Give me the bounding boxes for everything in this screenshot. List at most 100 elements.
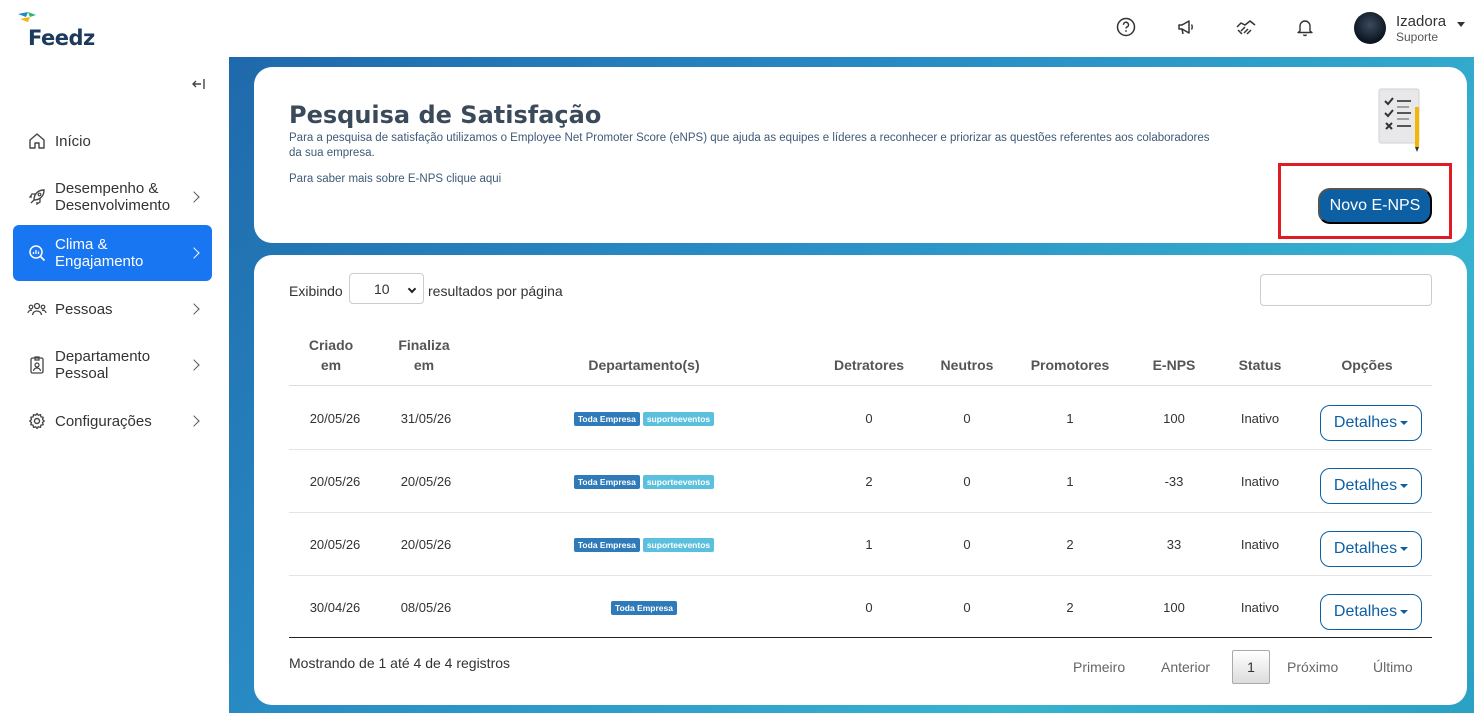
details-label: Detalhes	[1333, 540, 1398, 557]
table-info: Mostrando de 1 até 4 de 4 registros	[289, 655, 511, 671]
chevron-right-icon	[188, 191, 200, 203]
pagination-last[interactable]: Último	[1373, 659, 1413, 675]
department-tag: Toda Empresa	[573, 412, 640, 426]
sidebar-item-clima[interactable]: Clima & Engajamento	[13, 225, 212, 281]
main-content: Pesquisa de Satisfação Para a pesquisa d…	[229, 57, 1474, 713]
department-tag: suporteeventos	[642, 538, 715, 552]
cell-detractors: 2	[865, 474, 873, 489]
cell-created: 20/05/26	[309, 411, 361, 426]
department-tags: Toda Empresa suporteeventos	[554, 475, 734, 489]
search-input[interactable]	[1260, 274, 1432, 306]
cell-enps: 100	[1163, 411, 1185, 426]
chevron-down-icon[interactable]	[1457, 22, 1465, 27]
collapse-left-icon[interactable]	[192, 77, 206, 94]
column-header-ends[interactable]: Finaliza em	[393, 335, 455, 375]
column-header-departments[interactable]: Departamento(s)	[554, 355, 734, 375]
sidebar-item-desempenho[interactable]: Desempenho & Desenvolvimento	[13, 169, 212, 225]
user-name[interactable]: Izadora	[1396, 13, 1446, 30]
cell-neutrals: 0	[963, 411, 971, 426]
survey-table-card: Exibindo 10 resultados por página Criado…	[254, 255, 1467, 705]
badge-icon	[27, 355, 47, 375]
caret-down-icon	[1400, 547, 1409, 551]
bell-icon[interactable]	[1294, 16, 1316, 38]
pagination-first[interactable]: Primeiro	[1073, 659, 1125, 675]
column-header-promoters[interactable]: Promotores	[1024, 355, 1116, 375]
enps-info-link[interactable]: Para saber mais sobre E-NPS clique aqui	[289, 173, 501, 185]
row-divider	[289, 449, 1432, 450]
logo-text: Feedz	[28, 26, 95, 50]
cell-promoters: 1	[1066, 474, 1074, 489]
cell-detractors: 0	[865, 600, 873, 615]
column-header-detractors[interactable]: Detratores	[824, 355, 914, 375]
chevron-right-icon	[188, 247, 200, 259]
details-button[interactable]: Detalhes	[1320, 531, 1422, 567]
page-description: Para a pesquisa de satisfação utilizamos…	[289, 132, 1210, 159]
cell-enps: -33	[1164, 474, 1184, 489]
cell-ends: 20/05/26	[400, 474, 452, 489]
sidebar-item-configuracoes[interactable]: Configurações	[13, 393, 212, 449]
home-icon	[27, 131, 47, 151]
cell-enps: 100	[1163, 600, 1185, 615]
table-header-divider	[289, 385, 1432, 386]
cell-promoters: 1	[1066, 411, 1074, 426]
department-tags: Toda Empresa	[554, 601, 734, 615]
caret-down-icon	[1400, 421, 1409, 425]
cell-status: Inativo	[1240, 537, 1280, 552]
sidebar-item-label: Configurações	[55, 412, 152, 430]
sidebar-item-label: Departamento Pessoal	[55, 348, 151, 382]
pagination-next[interactable]: Próximo	[1287, 659, 1338, 675]
sidebar-item-pessoas[interactable]: Pessoas	[13, 281, 212, 337]
cell-created: 30/04/26	[309, 600, 361, 615]
details-label: Detalhes	[1333, 603, 1398, 620]
sidebar-item-label: Desempenho & Desenvolvimento	[55, 180, 171, 214]
rocket-icon	[27, 187, 47, 207]
cell-ends: 20/05/26	[400, 537, 452, 552]
details-button[interactable]: Detalhes	[1320, 594, 1422, 630]
avatar[interactable]	[1354, 12, 1386, 44]
page-size-select[interactable]: 10	[349, 273, 424, 304]
sidebar: Início Desempenho & Desenvolvimento Clim…	[0, 57, 229, 713]
department-tag: suporteeventos	[642, 475, 715, 489]
pagination-previous[interactable]: Anterior	[1161, 659, 1210, 675]
details-label: Detalhes	[1333, 477, 1398, 494]
pagination-current-page[interactable]: 1	[1232, 650, 1270, 684]
cell-detractors: 0	[865, 411, 873, 426]
chevron-right-icon	[188, 303, 200, 315]
search-chart-icon	[27, 243, 47, 263]
details-button[interactable]: Detalhes	[1320, 405, 1422, 441]
cell-status: Inativo	[1240, 600, 1280, 615]
row-divider	[289, 575, 1432, 576]
cell-enps: 33	[1166, 537, 1182, 552]
column-header-created[interactable]: Criado em	[307, 335, 355, 375]
caret-down-icon	[1400, 610, 1409, 614]
department-tags: Toda Empresa suporteeventos	[554, 538, 734, 552]
department-tag: Toda Empresa	[611, 601, 677, 615]
column-header-status[interactable]: Status	[1229, 355, 1291, 375]
sidebar-item-label: Início	[55, 132, 91, 150]
cell-neutrals: 0	[963, 600, 971, 615]
cell-status: Inativo	[1240, 411, 1280, 426]
new-enps-button[interactable]: Novo E-NPS	[1318, 188, 1432, 224]
top-bar: Feedz Izadora Suporte	[0, 0, 1474, 57]
details-button[interactable]: Detalhes	[1320, 468, 1422, 504]
department-tag: suporteeventos	[642, 412, 715, 426]
page-title: Pesquisa de Satisfação	[289, 101, 602, 129]
checklist-icon	[1378, 88, 1420, 152]
cell-created: 20/05/26	[309, 537, 361, 552]
chevron-right-icon	[188, 359, 200, 371]
sidebar-item-departamento-pessoal[interactable]: Departamento Pessoal	[13, 337, 212, 393]
cell-neutrals: 0	[963, 537, 971, 552]
department-tag: Toda Empresa	[573, 538, 640, 552]
help-icon[interactable]	[1115, 16, 1137, 38]
sidebar-item-inicio[interactable]: Início	[13, 113, 212, 169]
column-header-neutrals[interactable]: Neutros	[934, 355, 1000, 375]
handshake-icon[interactable]	[1235, 16, 1257, 38]
cell-promoters: 2	[1066, 537, 1074, 552]
cell-promoters: 2	[1066, 600, 1074, 615]
cell-detractors: 1	[865, 537, 873, 552]
column-header-enps[interactable]: E-NPS	[1144, 355, 1204, 375]
people-icon	[27, 299, 47, 319]
megaphone-icon[interactable]	[1175, 16, 1197, 38]
per-page-label: resultados por página	[428, 283, 563, 299]
table-footer-divider	[289, 637, 1432, 638]
